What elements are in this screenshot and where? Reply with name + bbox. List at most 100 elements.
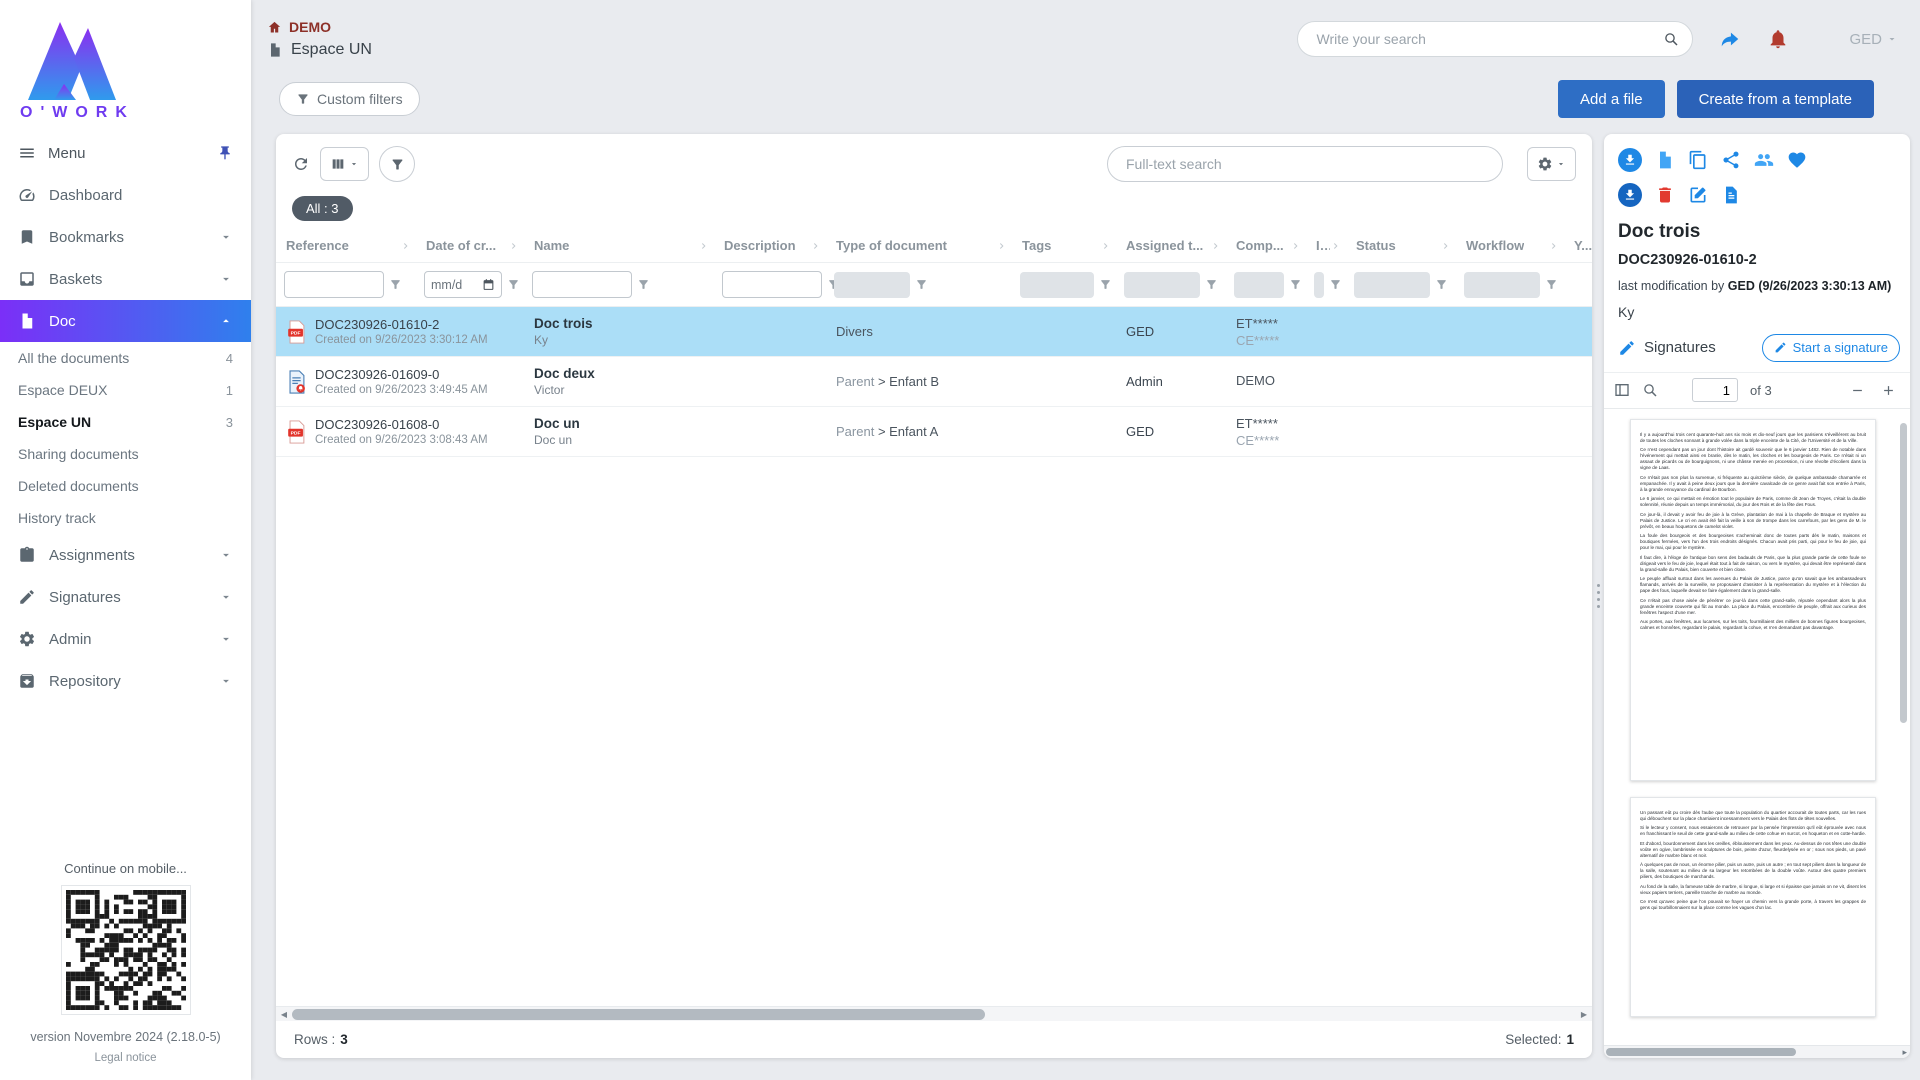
column-header-workflow[interactable]: Workflow bbox=[1456, 229, 1564, 262]
sort-chevron-icon[interactable] bbox=[996, 240, 1008, 252]
column-filter-select[interactable] bbox=[1124, 272, 1200, 298]
column-filter-input[interactable] bbox=[722, 271, 822, 298]
zoom-out-icon[interactable] bbox=[1850, 383, 1865, 398]
export-button[interactable] bbox=[1618, 183, 1642, 207]
pin-icon[interactable] bbox=[217, 145, 233, 161]
scrollbar-thumb[interactable] bbox=[292, 1009, 985, 1020]
column-header-comp[interactable]: Comp... bbox=[1226, 229, 1306, 262]
download-button[interactable] bbox=[1618, 148, 1642, 172]
sidebar-subitem-espace-un[interactable]: Espace UN3 bbox=[0, 406, 251, 438]
sidebar-subitem-deleted-documents[interactable]: Deleted documents bbox=[0, 470, 251, 502]
breadcrumb-space[interactable]: Espace UN bbox=[267, 41, 372, 59]
sort-chevron-icon[interactable] bbox=[1548, 240, 1560, 252]
column-filter-select[interactable] bbox=[1314, 272, 1324, 298]
app-logo[interactable]: O'WORK bbox=[0, 0, 251, 128]
sidebar-item-dashboard[interactable]: Dashboard bbox=[0, 174, 251, 216]
column-header-y[interactable]: Y... bbox=[1564, 229, 1592, 262]
permissions-button[interactable] bbox=[1754, 150, 1774, 170]
sort-chevron-icon[interactable] bbox=[1330, 240, 1342, 252]
date-filter-input[interactable]: mm/d bbox=[424, 271, 502, 298]
user-menu[interactable]: GED bbox=[1849, 31, 1898, 48]
start-signature-button[interactable]: Start a signature bbox=[1762, 334, 1900, 362]
sidebar-subitem-all-the-documents[interactable]: All the documents4 bbox=[0, 342, 251, 374]
sidebar-subitem-sharing-documents[interactable]: Sharing documents bbox=[0, 438, 251, 470]
column-header-i[interactable]: I... bbox=[1306, 229, 1346, 262]
custom-filters-button[interactable]: Custom filters bbox=[279, 82, 420, 116]
filter-funnel-icon[interactable] bbox=[1545, 278, 1558, 291]
tab-all[interactable]: All : 3 bbox=[292, 196, 353, 221]
scroll-right-arrow[interactable]: ▶ bbox=[1576, 1007, 1592, 1022]
column-header-description[interactable]: Description bbox=[714, 229, 826, 262]
legal-notice-link[interactable]: Legal notice bbox=[0, 1052, 251, 1064]
sort-chevron-icon[interactable] bbox=[698, 240, 710, 252]
sidebar-subitem-history-track[interactable]: History track bbox=[0, 502, 251, 534]
sort-chevron-icon[interactable] bbox=[508, 240, 520, 252]
table-horizontal-scrollbar[interactable]: ◀ ▶ bbox=[276, 1006, 1592, 1021]
table-settings-button[interactable] bbox=[1527, 147, 1576, 181]
new-version-button[interactable] bbox=[1655, 150, 1675, 170]
filter-funnel-icon[interactable] bbox=[637, 278, 650, 291]
column-filter-select[interactable] bbox=[1464, 272, 1540, 298]
properties-button[interactable] bbox=[1721, 185, 1741, 205]
filters-button[interactable] bbox=[379, 146, 415, 182]
fulltext-search-input[interactable] bbox=[1107, 146, 1503, 182]
sidebar-item-repository[interactable]: Repository bbox=[0, 660, 251, 702]
filter-funnel-icon[interactable] bbox=[1329, 278, 1342, 291]
column-header-assigned-t[interactable]: Assigned t... bbox=[1116, 229, 1226, 262]
column-filter-input[interactable] bbox=[532, 271, 632, 298]
column-header-reference[interactable]: Reference bbox=[276, 229, 416, 262]
column-filter-select[interactable] bbox=[1020, 272, 1094, 298]
table-row[interactable]: PDFDOC230926-01610-2Created on 9/26/2023… bbox=[276, 307, 1592, 357]
sort-chevron-icon[interactable] bbox=[810, 240, 822, 252]
sort-chevron-icon[interactable] bbox=[1100, 240, 1112, 252]
share-button[interactable] bbox=[1721, 150, 1741, 170]
zoom-in-icon[interactable] bbox=[1881, 383, 1896, 398]
scroll-left-arrow[interactable]: ◀ bbox=[276, 1007, 292, 1022]
edit-button[interactable] bbox=[1688, 185, 1708, 205]
column-header-type-of-document[interactable]: Type of document bbox=[826, 229, 1012, 262]
search-icon[interactable] bbox=[1663, 31, 1679, 47]
delete-button[interactable] bbox=[1655, 185, 1675, 205]
sort-chevron-icon[interactable] bbox=[1210, 240, 1222, 252]
page-number-input[interactable] bbox=[1692, 378, 1738, 402]
share-icon[interactable] bbox=[1719, 28, 1741, 50]
filter-funnel-icon[interactable] bbox=[1099, 278, 1112, 291]
column-filter-input[interactable] bbox=[284, 271, 384, 298]
panel-splitter[interactable] bbox=[1592, 134, 1604, 1058]
breadcrumb-project[interactable]: DEMO bbox=[267, 19, 372, 35]
sort-chevron-icon[interactable] bbox=[400, 240, 412, 252]
column-filter-select[interactable] bbox=[1354, 272, 1430, 298]
filter-funnel-icon[interactable] bbox=[1205, 278, 1218, 291]
sidebar-item-bookmarks[interactable]: Bookmarks bbox=[0, 216, 251, 258]
viewer-vertical-scrollbar[interactable] bbox=[1900, 423, 1907, 723]
filter-funnel-icon[interactable] bbox=[915, 278, 928, 291]
sidebar-item-baskets[interactable]: Baskets bbox=[0, 258, 251, 300]
column-header-status[interactable]: Status bbox=[1346, 229, 1456, 262]
column-header-tags[interactable]: Tags bbox=[1012, 229, 1116, 262]
notifications-bell-icon[interactable] bbox=[1767, 28, 1789, 50]
column-header-date-of-cr[interactable]: Date of cr... bbox=[416, 229, 524, 262]
columns-button[interactable] bbox=[320, 147, 369, 181]
create-from-template-button[interactable]: Create from a template bbox=[1677, 80, 1874, 118]
sidebar-item-admin[interactable]: Admin bbox=[0, 618, 251, 660]
column-filter-select[interactable] bbox=[1234, 272, 1284, 298]
sidebar-menu-toggle[interactable]: Menu bbox=[0, 128, 251, 174]
table-row[interactable]: PDFDOC230926-01608-0Created on 9/26/2023… bbox=[276, 407, 1592, 457]
favorite-button[interactable] bbox=[1787, 150, 1807, 170]
calendar-icon[interactable] bbox=[482, 278, 495, 291]
viewer-sidebar-icon[interactable] bbox=[1614, 382, 1630, 398]
table-row[interactable]: DOC230926-01609-0Created on 9/26/2023 3:… bbox=[276, 357, 1592, 407]
sort-chevron-icon[interactable] bbox=[1290, 240, 1302, 252]
global-search-input[interactable] bbox=[1297, 21, 1693, 57]
refresh-button[interactable] bbox=[292, 155, 310, 173]
column-header-name[interactable]: Name bbox=[524, 229, 714, 262]
sidebar-subitem-espace-deux[interactable]: Espace DEUX1 bbox=[0, 374, 251, 406]
sidebar-item-doc[interactable]: Doc bbox=[0, 300, 251, 342]
sidebar-item-assignments[interactable]: Assignments bbox=[0, 534, 251, 576]
hamburger-icon[interactable] bbox=[18, 144, 36, 162]
sort-chevron-icon[interactable] bbox=[1440, 240, 1452, 252]
column-filter-select[interactable] bbox=[834, 272, 910, 298]
viewer-search-icon[interactable] bbox=[1642, 382, 1658, 398]
copy-button[interactable] bbox=[1688, 150, 1708, 170]
sidebar-item-signatures[interactable]: Signatures bbox=[0, 576, 251, 618]
